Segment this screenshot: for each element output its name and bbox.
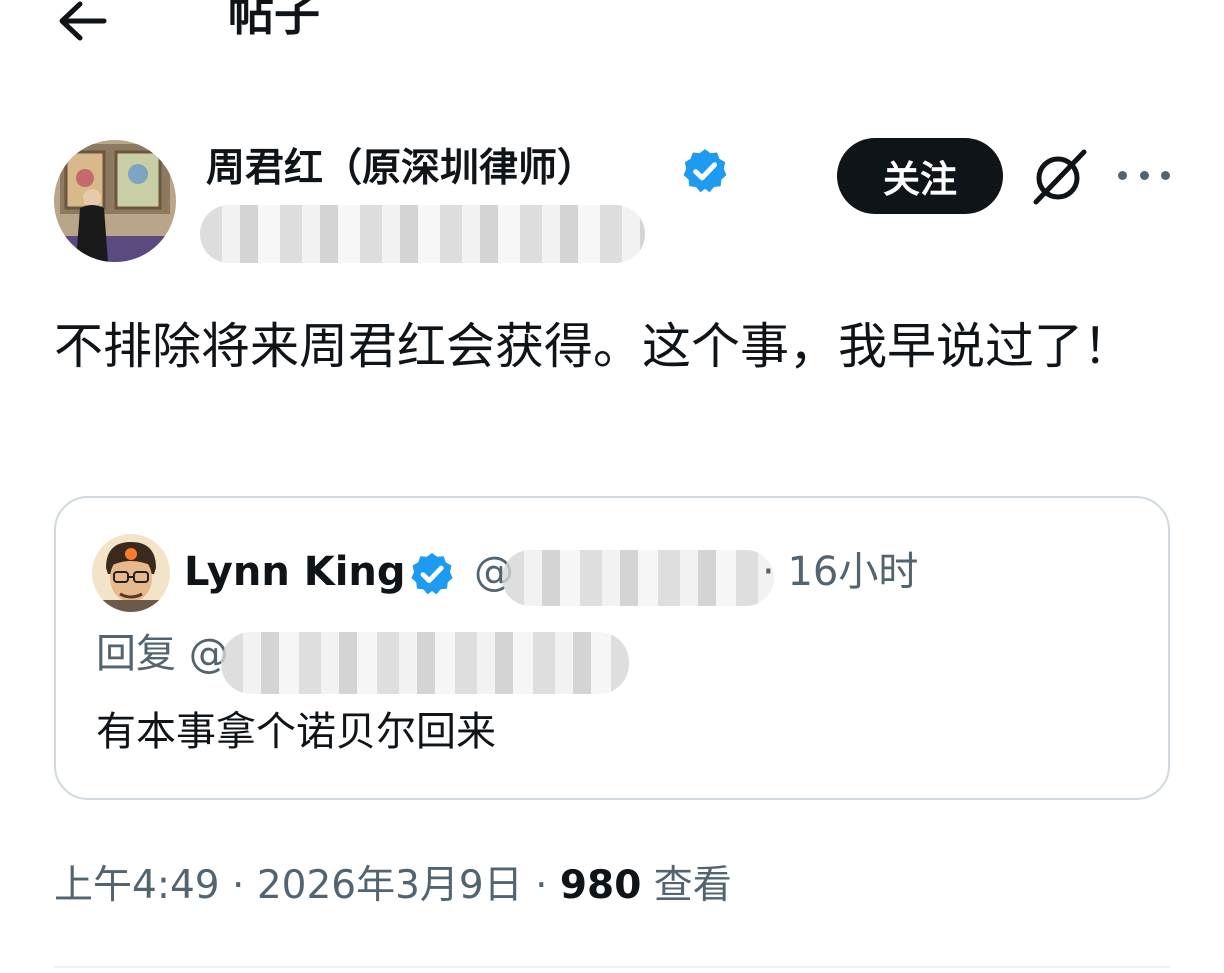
verified-badge-icon bbox=[683, 149, 727, 193]
quoted-post-card[interactable]: Lynn King @ · 16小时 回复 @ 有本事拿个诺贝尔回来 bbox=[54, 496, 1170, 800]
grok-icon[interactable] bbox=[1028, 146, 1090, 208]
quoted-post-text: 有本事拿个诺贝尔回来 bbox=[96, 709, 496, 755]
quoted-handle-redacted bbox=[502, 550, 774, 606]
post-time: 上午4:49 bbox=[54, 863, 220, 908]
author-handle-redacted bbox=[200, 205, 645, 263]
post-date: 2026年3月9日 bbox=[256, 863, 523, 908]
page-title: 帖子 bbox=[228, 0, 320, 41]
author-name[interactable]: 周君红（原深圳律师） bbox=[206, 143, 596, 195]
views-label: 查看 bbox=[653, 863, 732, 908]
verified-badge-icon bbox=[411, 553, 453, 595]
reply-to-label: 回复 @ bbox=[96, 631, 229, 677]
quoted-author-name[interactable]: Lynn King bbox=[184, 544, 406, 600]
time-separator: · bbox=[762, 549, 775, 595]
back-button[interactable] bbox=[52, 0, 112, 42]
follow-button[interactable]: 关注 bbox=[837, 138, 1003, 214]
top-bar: 帖子 bbox=[0, 0, 1224, 50]
more-dots-icon[interactable] bbox=[1118, 160, 1170, 190]
quoted-author-avatar[interactable] bbox=[92, 534, 170, 612]
views-count[interactable]: 980 bbox=[560, 863, 641, 908]
post-text: 不排除将来周君红会获得。这个事，我早说过了！ bbox=[54, 318, 1133, 375]
meta-separator: · bbox=[232, 863, 245, 908]
author-avatar[interactable] bbox=[54, 140, 176, 262]
arrow-left-icon bbox=[59, 1, 107, 41]
reply-to-handle-redacted bbox=[221, 632, 629, 694]
quoted-post-time: · 16小时 bbox=[762, 544, 918, 600]
meta-separator: · bbox=[535, 863, 548, 908]
relative-time: 16小时 bbox=[787, 549, 919, 595]
post-meta: 上午4:49 · 2026年3月9日 · 980 查看 bbox=[54, 858, 732, 914]
divider bbox=[54, 966, 1170, 968]
